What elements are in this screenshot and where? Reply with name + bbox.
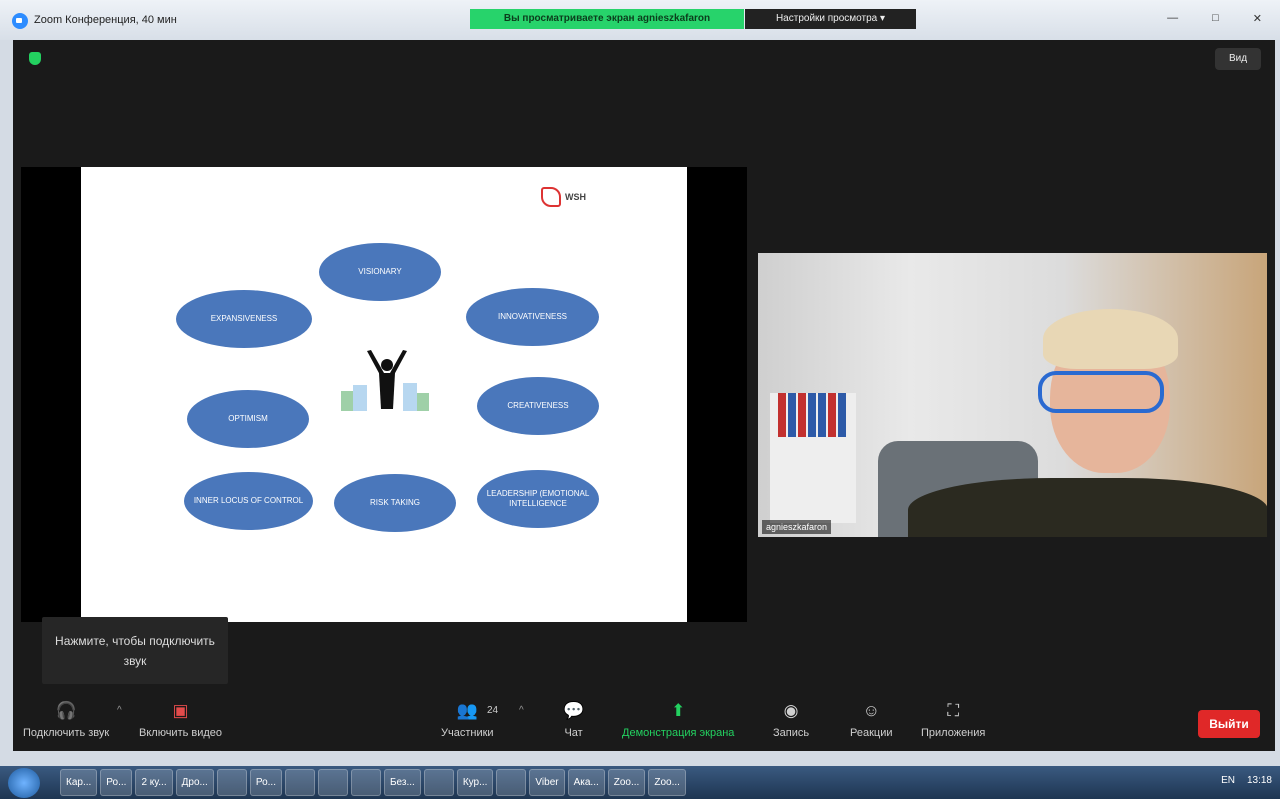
title-bar: Zoom Конференция, 40 мин Вы просматривае… [0,0,1280,40]
participant-name-label: agnieszkafaron [762,520,832,534]
taskbar-item[interactable] [350,769,381,796]
audio-options-chevron-icon[interactable]: ^ [117,705,122,716]
language-indicator[interactable]: EN [1221,775,1235,786]
chat-button[interactable]: 💬 Чат [563,699,584,739]
taskbar-item[interactable] [423,769,454,796]
apps-button[interactable]: ⛶ Приложения [921,699,985,739]
taskbar-item[interactable]: Ро... [249,769,282,796]
participant-video[interactable]: agnieszkafaron [758,253,1267,537]
headphones-icon: 🎧 [55,701,77,720]
leave-button[interactable]: Выйти [1198,710,1260,738]
record-button[interactable]: ◉ Запись [773,699,809,739]
logo-text: WSH [565,192,586,202]
taskbar-item[interactable] [216,769,247,796]
reactions-icon: ☺ [862,701,880,720]
participants-button[interactable]: 👥 Участники [441,699,494,739]
presentation-slide: WSH VISIONARY EXPANSIVENESS INNOVATIVENE… [81,167,687,622]
taskbar-item[interactable]: Zoo... [607,769,646,796]
taskbar-item[interactable]: 2 ку... [135,769,173,796]
bookshelf [770,393,856,523]
taskbar-item[interactable]: Кур... [456,769,494,796]
wsh-logo: WSH [541,187,586,207]
shared-screen: WSH VISIONARY EXPANSIVENESS INNOVATIVENE… [21,167,747,622]
participants-icon: 👥 [456,701,478,720]
taskbar-item[interactable]: Ро... [100,769,133,796]
join-audio-tooltip: Нажмите, чтобы подключить звук [42,617,228,684]
view-button[interactable]: Вид [1215,48,1261,70]
taskbar-item[interactable]: Без... [383,769,421,796]
minimize-button[interactable]: — [1167,12,1178,25]
system-tray: EN 13:18 [1221,775,1272,786]
security-shield-icon[interactable] [29,52,41,65]
apps-icon: ⛶ [947,701,960,720]
window-controls: — □ ✕ [1167,12,1262,25]
share-screen-icon: ⬆ [671,701,686,720]
ellipse-expansiveness: EXPANSIVENESS [176,290,312,348]
participants-chevron-icon[interactable]: ^ [519,705,524,716]
glasses [1038,371,1164,413]
meeting-toolbar: 🎧 Подключить звук ^ ▣ Включить видео 👥 У… [13,691,1275,751]
taskbar-tasks: Кар... Ро... 2 ку... Дро... Ро... Без...… [60,769,686,796]
screen-share-banner: Вы просматриваете экран agnieszkafaron [470,9,744,29]
taskbar-item[interactable]: Кар... [60,769,98,796]
ellipse-leadership: LEADERSHIP (EMOTIONAL INTELLIGENCE [477,470,599,528]
taskbar-item[interactable]: Zoo... [648,769,686,796]
participants-count: 24 [487,705,499,716]
reactions-button[interactable]: ☺ Реакции [850,699,893,739]
ellipse-inner-locus: INNER LOCUS OF CONTROL [184,472,313,530]
success-figure-icon [341,350,429,411]
share-screen-button[interactable]: ⬆ Демонстрация экрана [622,699,734,739]
chat-icon: 💬 [563,701,585,720]
camera-off-icon: ▣ [172,701,189,720]
taskbar-item[interactable]: Viber [529,769,565,796]
zoom-window: Zoom Конференция, 40 мин Вы просматривае… [0,0,1280,766]
ellipse-innovativeness: INNOVATIVENESS [466,288,599,346]
meeting-area: Вид WSH VISIONARY EXPANSIVENESS INNOVATI… [13,40,1275,691]
participant-hair [1043,309,1178,369]
maximize-button[interactable]: □ [1212,12,1219,25]
logo-mark-icon [541,187,561,207]
taskbar-item[interactable] [317,769,348,796]
start-video-button[interactable]: ▣ Включить видео [139,699,222,739]
clock[interactable]: 13:18 [1247,775,1272,786]
ellipse-optimism: OPTIMISM [187,390,309,448]
taskbar-item[interactable] [496,769,527,796]
zoom-app-icon [12,13,28,29]
participant-body [908,478,1267,537]
windows-taskbar: Кар... Ро... 2 ку... Дро... Ро... Без...… [0,766,1280,799]
taskbar-item[interactable]: Дро... [175,769,214,796]
view-options-dropdown[interactable]: Настройки просмотра ▾ [745,9,916,29]
taskbar-item[interactable] [284,769,315,796]
record-icon: ◉ [783,701,799,720]
ellipse-visionary: VISIONARY [319,243,441,301]
taskbar-item[interactable]: Ака... [567,769,605,796]
close-button[interactable]: ✕ [1253,12,1262,25]
ellipse-creativeness: CREATIVENESS [477,377,599,435]
window-title: Zoom Конференция, 40 мин [34,14,177,26]
join-audio-button[interactable]: 🎧 Подключить звук [23,699,109,739]
ellipse-risk-taking: RISK TAKING [334,474,456,532]
start-button-icon[interactable] [8,768,40,798]
